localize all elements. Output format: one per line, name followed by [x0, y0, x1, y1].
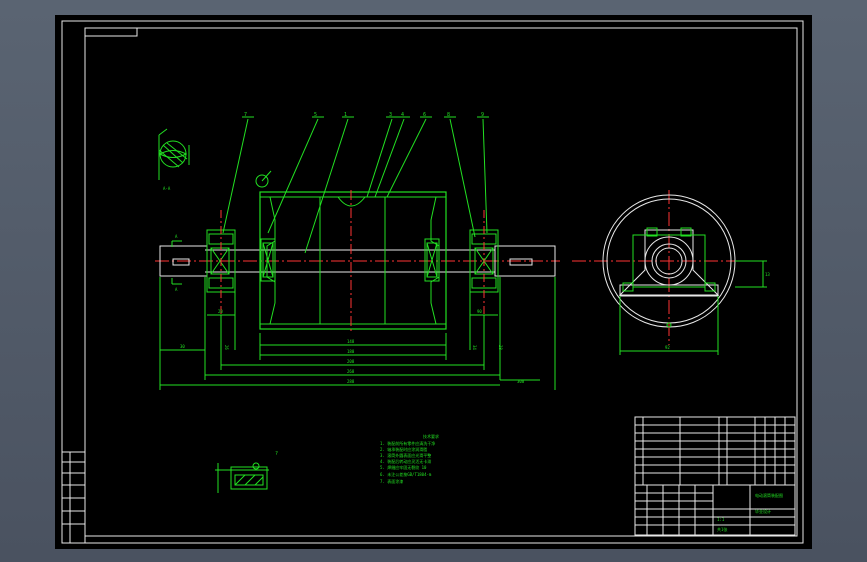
- title-project: 毕业设计: [755, 508, 771, 514]
- notes-title: 技术要求: [423, 433, 439, 439]
- note-line-5: 5. 焊缝应牢固无裂纹 10: [380, 464, 427, 470]
- detail-label: ?: [275, 451, 278, 457]
- balloon-2: 5: [314, 112, 317, 118]
- end-dim-92: 92: [665, 345, 670, 350]
- balloon-leaders: [222, 116, 489, 254]
- note-line-1: 1. 装配前所有零件应清洗干净: [380, 440, 435, 446]
- technical-notes: 技术要求 1. 装配前所有零件应清洗干净 2. 轴承装配时应涂润滑脂 3. 滚筒…: [380, 433, 439, 484]
- balloon-8: 9: [481, 112, 484, 118]
- balloon-3: 1: [344, 112, 347, 118]
- parts-list: [634, 416, 796, 486]
- balloon-7: 8: [447, 112, 450, 118]
- dim-34: 34: [472, 345, 477, 350]
- note-line-7: 7. 表面涂漆: [380, 478, 403, 484]
- title-block: 电动滚筒装配图 毕业设计 1:1 共1张: [634, 484, 796, 536]
- title-scale: 1:1: [717, 517, 725, 522]
- dim-308: 308: [517, 379, 525, 384]
- section-marker-a-bottom: A: [175, 287, 178, 292]
- dim-148: 148: [347, 339, 355, 344]
- balloon-6: 6: [423, 112, 426, 118]
- section-detail-aa: A-A: [158, 128, 190, 191]
- inner-frame: [84, 27, 798, 537]
- note-line-3: 3. 滚筒外圆表面应光滑平整: [380, 452, 431, 458]
- note-line-6: 6. 未注公差按GB/T1804-m: [380, 471, 432, 477]
- dimension-lines: [159, 277, 556, 390]
- balloon-4: 3: [389, 112, 392, 118]
- dim-26: 26: [224, 345, 229, 350]
- section-label-aa: A-A: [163, 186, 171, 191]
- title-sheet: 共1张: [717, 526, 727, 532]
- cad-drawing: 7 5 1 3 4 6 8 9 A-A A A 148 180 208 268 …: [61, 20, 804, 544]
- dim-20: 20: [218, 309, 223, 314]
- dim-180: 180: [347, 349, 355, 354]
- section-marker-a-top: A: [175, 234, 178, 239]
- dimension-values: 148 180 208 268 288 308 20 26 30 90 34 2…: [180, 309, 525, 384]
- balloon-1: 7: [244, 112, 247, 118]
- dim-28: 28: [498, 345, 503, 350]
- dim-30: 30: [180, 344, 185, 349]
- dim-208: 208: [347, 359, 355, 364]
- cad-viewport[interactable]: 7 5 1 3 4 6 8 9 A-A A A 148 180 208 268 …: [55, 15, 812, 549]
- dim-90: 90: [477, 309, 482, 314]
- dim-268: 268: [347, 369, 355, 374]
- end-view: 92 13: [572, 190, 770, 355]
- detail-view: ?: [215, 451, 278, 493]
- note-line-2: 2. 轴承装配时应涂润滑脂: [380, 446, 427, 452]
- part-balloons: 7 5 1 3 4 6 8 9: [244, 112, 484, 118]
- left-label-strip: [61, 451, 86, 544]
- main-section-view: [155, 170, 560, 333]
- dim-288: 288: [347, 379, 355, 384]
- note-line-4: 4. 装配后转动应灵活无卡滞: [380, 458, 431, 464]
- corner-tag: [84, 27, 138, 37]
- title-drawing-name: 电动滚筒装配图: [755, 492, 783, 498]
- balloon-5: 4: [401, 112, 404, 118]
- end-dim-13: 13: [765, 272, 770, 277]
